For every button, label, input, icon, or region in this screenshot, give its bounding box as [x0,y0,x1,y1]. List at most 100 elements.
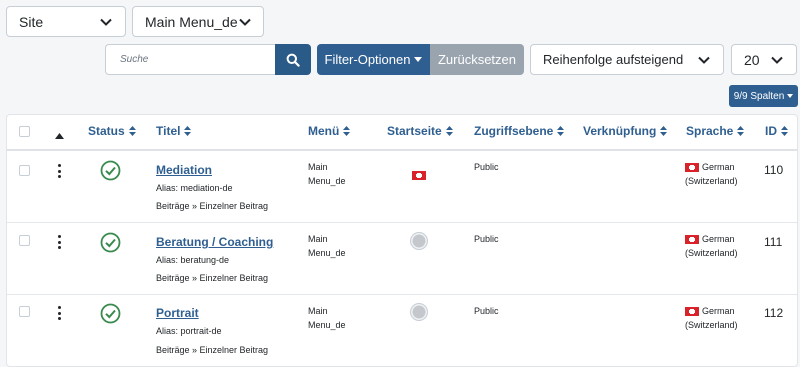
language-name: German [702,306,735,316]
published-check-icon[interactable] [100,303,121,329]
column-id-label: ID [765,124,777,138]
language-region: (Switzerland) [685,248,738,258]
reset-button[interactable]: Zurücksetzen [430,44,524,75]
menu-cell: Main Menu_de [308,160,346,188]
column-id-header[interactable]: ID [765,124,788,138]
drag-handle-icon[interactable] [57,164,61,178]
menu-name-line2: Menu_de [308,320,346,330]
search-input[interactable] [105,44,275,75]
filter-options-button[interactable]: Filter-Optionen [317,44,430,75]
ordering-sort-icon[interactable] [55,127,64,145]
ordering-select[interactable]: Reihenfolge aufsteigend [530,44,724,75]
language-cell: German (Switzerland) [685,160,738,188]
columns-button[interactable]: 9/9 Spalten [729,85,798,107]
chevron-down-icon [697,53,711,67]
published-check-icon[interactable] [100,232,121,258]
client-select-value: Site [19,13,44,30]
language-region: (Switzerland) [685,320,738,330]
access-level: Public [474,234,499,244]
column-menu-label: Menü [308,124,340,138]
reset-label: Zurücksetzen [437,52,517,67]
select-all-checkbox[interactable] [19,126,30,137]
item-type: Beiträge » Einzelner Beitrag [156,201,269,211]
caret-down-icon [414,56,423,62]
drag-handle-icon[interactable] [57,306,61,320]
sort-icon [557,126,565,136]
row-checkbox[interactable] [19,306,30,317]
menu-name-line2: Menu_de [308,248,346,258]
column-menu-header[interactable]: Menü [308,124,351,138]
sort-icon [445,126,453,136]
published-check-icon[interactable] [100,160,121,186]
sort-icon [128,126,136,136]
caret-down-icon [787,94,794,98]
language-region: (Switzerland) [685,176,738,186]
item-type: Beiträge » Einzelner Beitrag [156,273,269,283]
column-language-header[interactable]: Sprache [686,124,745,138]
item-alias: Alias: portrait-de [156,326,222,336]
chevron-down-icon [238,15,252,29]
menu-cell: Main Menu_de [308,232,346,260]
client-select[interactable]: Site [6,6,126,37]
row-checkbox[interactable] [19,235,30,246]
language-cell: German (Switzerland) [685,304,738,332]
sort-icon [781,126,788,136]
column-home-header[interactable]: Startseite [387,124,453,138]
item-alias: Alias: mediation-de [156,183,233,193]
search-button[interactable] [275,44,311,75]
menu-name-line1: Main [308,162,328,172]
set-home-dot-icon[interactable] [410,303,428,321]
chevron-down-icon [99,15,113,29]
table-row [7,223,797,294]
item-type: Beiträge » Einzelner Beitrag [156,345,269,355]
menu-name-line1: Main [308,234,328,244]
access-level: Public [474,162,499,172]
item-id: 111 [764,235,783,249]
item-title-link[interactable]: Mediation [156,163,212,177]
swiss-flag-icon [685,234,699,244]
table-row [7,295,797,366]
language-name: German [702,234,735,244]
swiss-flag-icon [685,306,699,316]
limit-select-value: 20 [744,51,760,68]
sort-icon [660,126,668,136]
column-access-header[interactable]: Zugriffsebene [474,124,565,138]
sort-icon [343,126,351,136]
language-name: German [702,162,735,172]
column-language-label: Sprache [686,124,734,138]
menu-name-line2: Menu_de [308,176,346,186]
columns-label: 9/9 Spalten [733,90,785,102]
column-association-label: Verknüpfung [583,124,657,138]
set-home-dot-icon[interactable] [410,232,428,250]
sort-icon [737,126,745,136]
swiss-flag-icon [685,162,699,172]
menu-select-value: Main Menu_de [145,13,238,30]
column-status-label: Status [88,124,125,138]
item-title-link[interactable]: Beratung / Coaching [156,235,273,249]
limit-select[interactable]: 20 [731,44,797,75]
column-status-header[interactable]: Status [88,124,136,138]
column-title-label: Titel [156,124,181,138]
row-checkbox[interactable] [19,165,30,176]
item-id: 112 [764,306,784,320]
language-cell: German (Switzerland) [685,232,738,260]
menu-cell: Main Menu_de [308,304,346,332]
item-id: 110 [764,163,784,177]
drag-handle-icon[interactable] [57,235,61,249]
table-row [7,151,797,223]
menu-name-line1: Main [308,306,328,316]
chevron-down-icon [770,53,784,67]
search-icon [286,53,300,67]
column-access-label: Zugriffsebene [474,124,554,138]
sort-icon [184,126,192,136]
column-association-header[interactable]: Verknüpfung [583,124,668,138]
search-field[interactable] [118,53,263,66]
home-flag-icon[interactable] [412,171,426,180]
filter-options-label: Filter-Optionen [324,52,411,67]
item-alias: Alias: beratung-de [156,255,230,265]
item-title-link[interactable]: Portrait [156,306,199,320]
ordering-select-value: Reihenfolge aufsteigend [543,52,684,67]
menu-select[interactable]: Main Menu_de [132,6,264,37]
access-level: Public [474,306,499,316]
column-title-header[interactable]: Titel [156,124,192,138]
